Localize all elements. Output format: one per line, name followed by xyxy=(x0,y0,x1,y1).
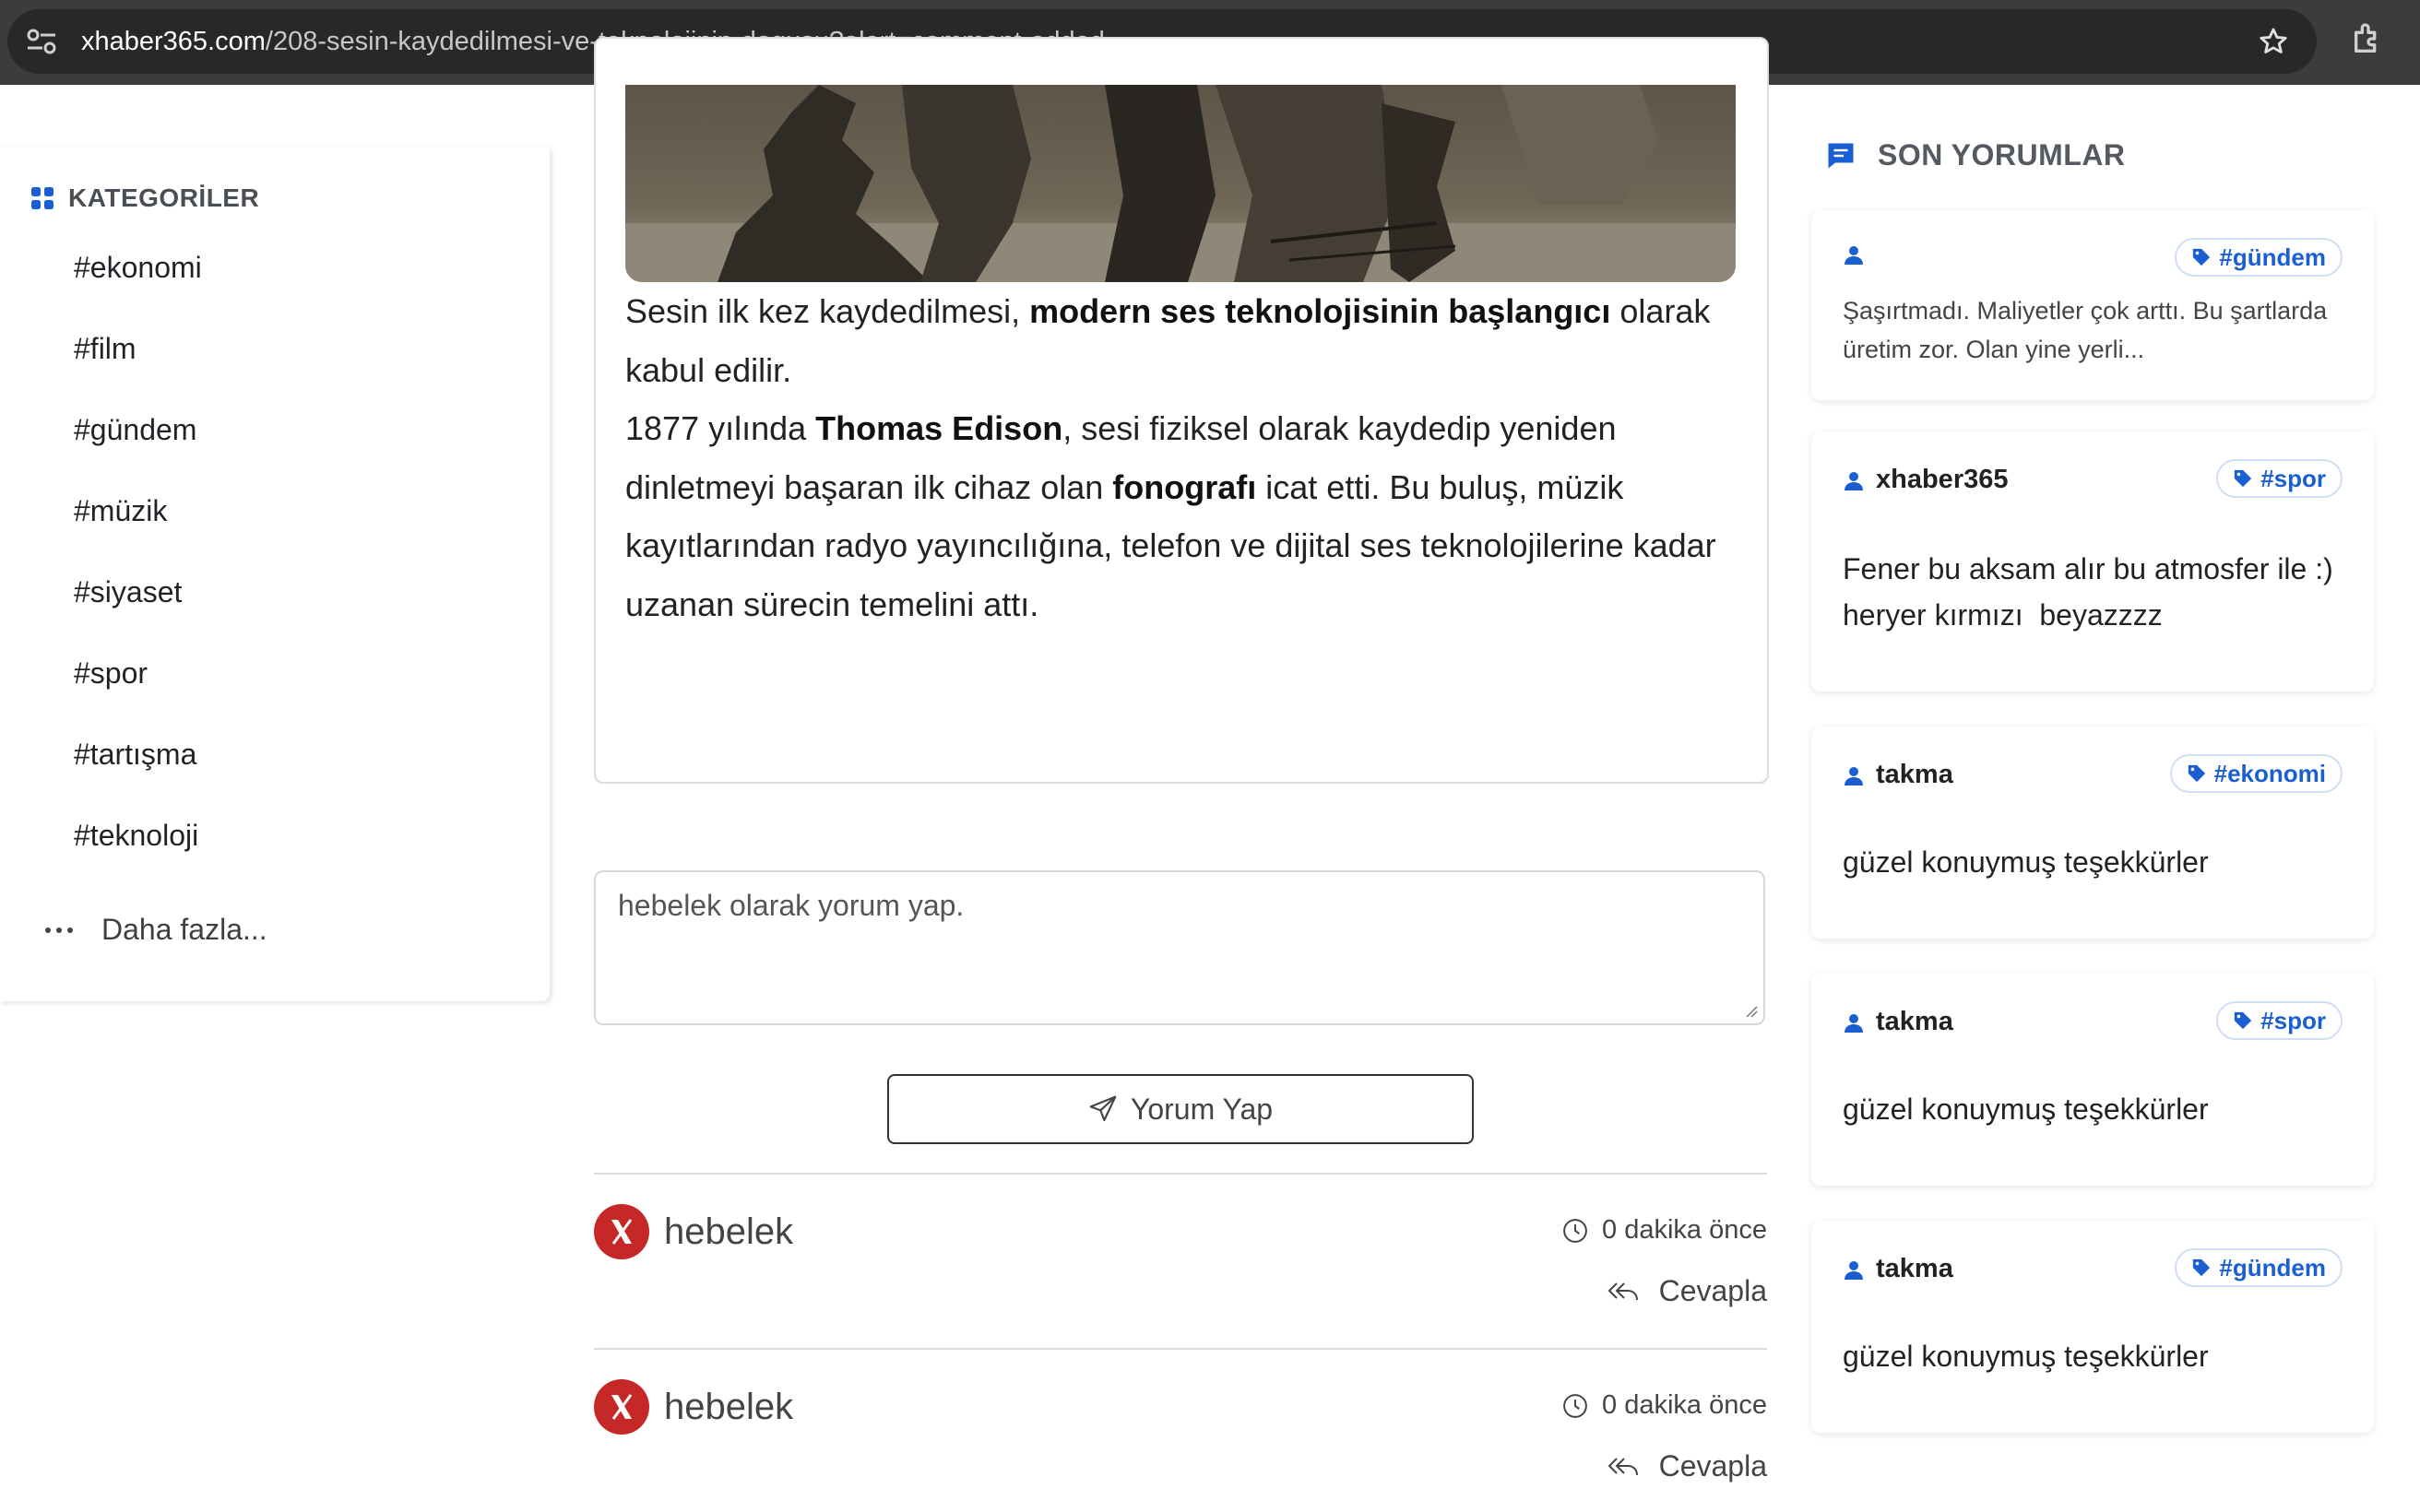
recent-comment-text: Fener bu aksam alır bu atmosfer ile :) h… xyxy=(1843,552,2342,632)
category-link-gundem[interactable]: #gündem xyxy=(74,413,196,447)
comment-author[interactable]: hebelek xyxy=(664,1211,793,1253)
comment-item: hebelek 0 dakika önce Cevapla xyxy=(594,1176,1767,1315)
article-text-2d: fonografı xyxy=(1112,467,1257,506)
categories-sidebar: KATEGORİLER #ekonomi #film #gündem #müzi… xyxy=(0,148,550,1001)
user-icon xyxy=(1845,1260,1863,1280)
clock-icon xyxy=(1563,1218,1587,1243)
reply-label: Cevapla xyxy=(1658,1274,1767,1307)
recent-comment-card[interactable]: takma #gündem güzel konuymuş teşekkürler xyxy=(1811,1221,2374,1433)
category-link-ekonomi[interactable]: #ekonomi xyxy=(74,251,202,285)
reply-label: Cevapla xyxy=(1658,1449,1767,1482)
comment-item: hebelek 0 dakika önce Cevapla xyxy=(594,1352,1767,1490)
recent-comment-text: güzel konuymuş teşekkürler xyxy=(1843,845,2209,879)
user-icon xyxy=(1845,766,1863,786)
recent-comment-card[interactable]: xhaber365 #spor Fener bu aksam alır bu a… xyxy=(1811,431,2374,691)
comment-time-text: 0 dakika önce xyxy=(1602,1390,1767,1420)
clock-icon xyxy=(1563,1393,1587,1418)
tag-icon xyxy=(2188,764,2205,783)
tag-icon xyxy=(2235,469,2252,488)
tag-icon xyxy=(2193,248,2211,266)
recent-comment-text: güzel konuymuş teşekkürler xyxy=(1843,1340,2209,1373)
submit-comment-button[interactable]: Yorum Yap xyxy=(887,1074,1474,1144)
recent-comment-text: Şaşırtmadı. Maliyetler çok arttı. Bu şar… xyxy=(1843,297,2328,363)
categories-title: KATEGORİLER xyxy=(68,183,260,212)
tag-label: #ekonomi xyxy=(2213,759,2326,787)
article-text-1b: modern ses teknolojisinin başlangıcı xyxy=(1029,292,1611,330)
recent-comment-tag[interactable]: #spor xyxy=(2216,459,2343,498)
recent-comments-title: SON YORUMLAR xyxy=(1878,138,2126,171)
send-icon xyxy=(1089,1095,1117,1122)
category-link-tartisma[interactable]: #tartışma xyxy=(74,738,196,772)
tag-icon xyxy=(2235,1011,2252,1030)
recent-comments-header: SON YORUMLAR xyxy=(1824,138,2126,172)
recent-comment-text: güzel konuymuş teşekkürler xyxy=(1843,1093,2209,1126)
tag-label: #spor xyxy=(2260,464,2326,492)
user-icon xyxy=(1845,1013,1863,1033)
url-host: xhaber365.com xyxy=(81,27,266,56)
article-body: Sesin ilk kez kaydedilmesi, modern ses t… xyxy=(625,282,1732,633)
article-text-2a: 1877 yılında xyxy=(625,409,816,447)
tag-label: #gündem xyxy=(2219,242,2326,271)
categories-header: KATEGORİLER xyxy=(30,175,259,221)
x-logo-avatar xyxy=(594,1379,649,1435)
bookmark-star-icon[interactable] xyxy=(2258,26,2289,57)
more-dots-icon xyxy=(45,927,73,933)
grid-icon xyxy=(31,187,53,209)
reply-button[interactable]: Cevapla xyxy=(1607,1449,1767,1483)
article-text-1a: Sesin ilk kez kaydedilmesi, xyxy=(625,292,1030,330)
article-photo xyxy=(625,85,1736,282)
category-link-spor[interactable]: #spor xyxy=(74,656,148,691)
comment-author[interactable]: hebelek xyxy=(664,1387,793,1428)
recent-comment-card[interactable]: takma #spor güzel konuymuş teşekkürler xyxy=(1811,974,2374,1186)
tag-icon xyxy=(2193,1258,2211,1277)
recent-comment-tag[interactable]: #ekonomi xyxy=(2169,754,2343,793)
recent-comment-username: takma xyxy=(1876,1254,1953,1283)
recent-comment-username: takma xyxy=(1876,760,1953,789)
submit-label: Yorum Yap xyxy=(1130,1092,1274,1126)
category-link-siyaset[interactable]: #siyaset xyxy=(74,575,182,609)
divider xyxy=(594,1173,1767,1175)
recent-comment-tag[interactable]: #gündem xyxy=(2175,1248,2343,1287)
category-link-teknoloji[interactable]: #teknoloji xyxy=(74,819,198,853)
recent-comment-user: xhaber365 xyxy=(1843,465,2009,495)
recent-comment-card[interactable]: #gündem Şaşırtmadı. Maliyetler çok arttı… xyxy=(1811,210,2374,400)
article-text-2b: Thomas Edison xyxy=(815,409,1063,447)
x-logo-avatar xyxy=(594,1204,649,1259)
user-icon xyxy=(1845,246,1863,265)
divider xyxy=(594,1348,1767,1350)
resize-handle-icon[interactable] xyxy=(1743,1003,1758,1018)
extensions-icon[interactable] xyxy=(2350,20,2387,57)
reply-all-icon xyxy=(1607,1282,1638,1300)
recent-comment-user: takma xyxy=(1843,1254,1953,1284)
site-settings-icon[interactable] xyxy=(26,28,57,55)
comment-time: 0 dakika önce xyxy=(1561,1390,1767,1421)
more-categories-link[interactable]: Daha fazla... xyxy=(44,913,267,947)
tag-label: #gündem xyxy=(2219,1253,2326,1282)
comment-icon xyxy=(1828,143,1854,168)
reply-button[interactable]: Cevapla xyxy=(1607,1274,1767,1308)
tag-label: #spor xyxy=(2260,1006,2326,1034)
comment-placeholder: hebelek olarak yorum yap. xyxy=(618,889,965,922)
recent-comment-user: takma xyxy=(1843,1007,1953,1037)
more-label: Daha fazla... xyxy=(101,913,267,946)
recent-comment-user xyxy=(1843,243,1876,266)
user-icon xyxy=(1845,471,1863,490)
recent-comment-user: takma xyxy=(1843,760,1953,790)
comment-time-text: 0 dakika önce xyxy=(1602,1215,1767,1245)
recent-comment-username: takma xyxy=(1876,1007,1953,1036)
category-link-film[interactable]: #film xyxy=(74,332,136,366)
recent-comment-tag[interactable]: #spor xyxy=(2216,1001,2343,1040)
comment-time: 0 dakika önce xyxy=(1561,1215,1767,1246)
recent-comment-tag[interactable]: #gündem xyxy=(2175,238,2343,277)
recent-comment-username: xhaber365 xyxy=(1876,465,2009,494)
recent-comment-card[interactable]: takma #ekonomi güzel konuymuş teşekkürle… xyxy=(1811,726,2374,939)
comment-textarea[interactable]: hebelek olarak yorum yap. xyxy=(594,870,1765,1025)
reply-all-icon xyxy=(1607,1457,1638,1475)
category-link-muzik[interactable]: #müzik xyxy=(74,494,167,528)
